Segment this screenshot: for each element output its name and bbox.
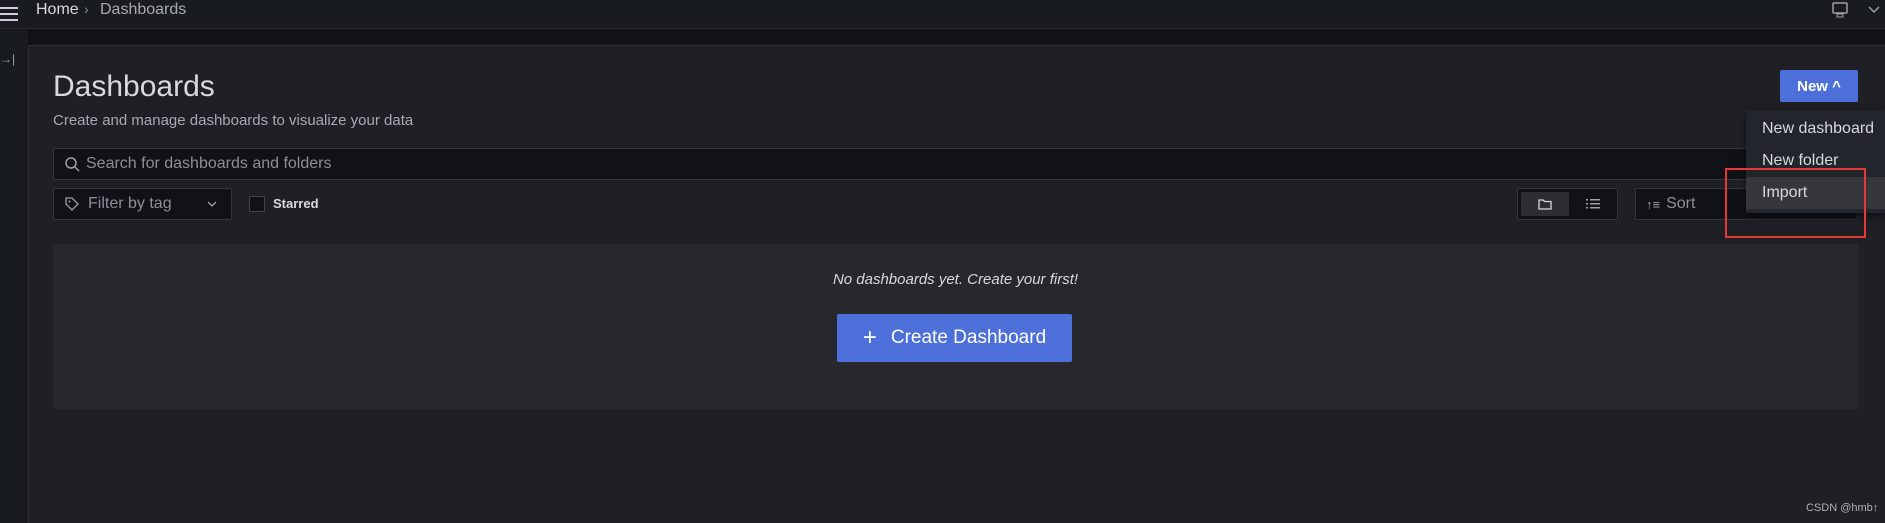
create-dashboard-label: Create Dashboard	[890, 327, 1047, 348]
menu-item-new-dashboard[interactable]: New dashboard	[1746, 113, 1885, 145]
filter-by-tag-select[interactable]: Filter by tag	[53, 188, 232, 220]
sort-icon: ↑≡	[1646, 196, 1661, 212]
search-icon	[65, 157, 80, 172]
top-bar: Home › Dashboards	[0, 0, 1885, 29]
sort-placeholder: Sort	[1666, 195, 1696, 212]
breadcrumb-separator: ›	[84, 1, 89, 17]
menu-icon[interactable]	[0, 7, 18, 21]
list-icon	[1586, 199, 1600, 209]
breadcrumb-home[interactable]: Home	[36, 1, 79, 19]
folder-view-button[interactable]	[1521, 192, 1569, 216]
starred-label[interactable]: Starred	[273, 196, 319, 211]
filter-placeholder: Filter by tag	[88, 195, 172, 212]
plus-icon: +	[862, 324, 877, 351]
list-view-button[interactable]	[1570, 192, 1616, 216]
watermark: CSDN @hmb↑	[1806, 502, 1879, 514]
create-dashboard-button[interactable]: + Create Dashboard	[837, 314, 1072, 362]
monitor-icon[interactable]	[1832, 2, 1848, 18]
page-title: Dashboards	[53, 70, 215, 103]
new-button[interactable]: New ^	[1780, 70, 1858, 102]
empty-state: No dashboards yet. Create your first! + …	[53, 244, 1858, 409]
starred-checkbox[interactable]	[249, 196, 265, 212]
search-placeholder: Search for dashboards and folders	[86, 155, 332, 172]
page-subtitle: Create and manage dashboards to visualiz…	[53, 112, 414, 129]
search-input[interactable]: Search for dashboards and folders	[53, 148, 1858, 180]
view-toggle	[1517, 188, 1618, 220]
folder-icon	[1538, 199, 1552, 210]
breadcrumb-dashboards[interactable]: Dashboards	[100, 1, 186, 19]
highlight-box	[1725, 168, 1866, 238]
chevron-down-icon	[207, 201, 217, 207]
chevron-down-icon[interactable]	[1868, 4, 1880, 14]
sidebar: →|	[0, 30, 28, 523]
dock-menu-icon[interactable]: →|	[0, 52, 15, 66]
empty-state-message: No dashboards yet. Create your first!	[832, 271, 1079, 288]
tag-icon	[65, 197, 79, 211]
